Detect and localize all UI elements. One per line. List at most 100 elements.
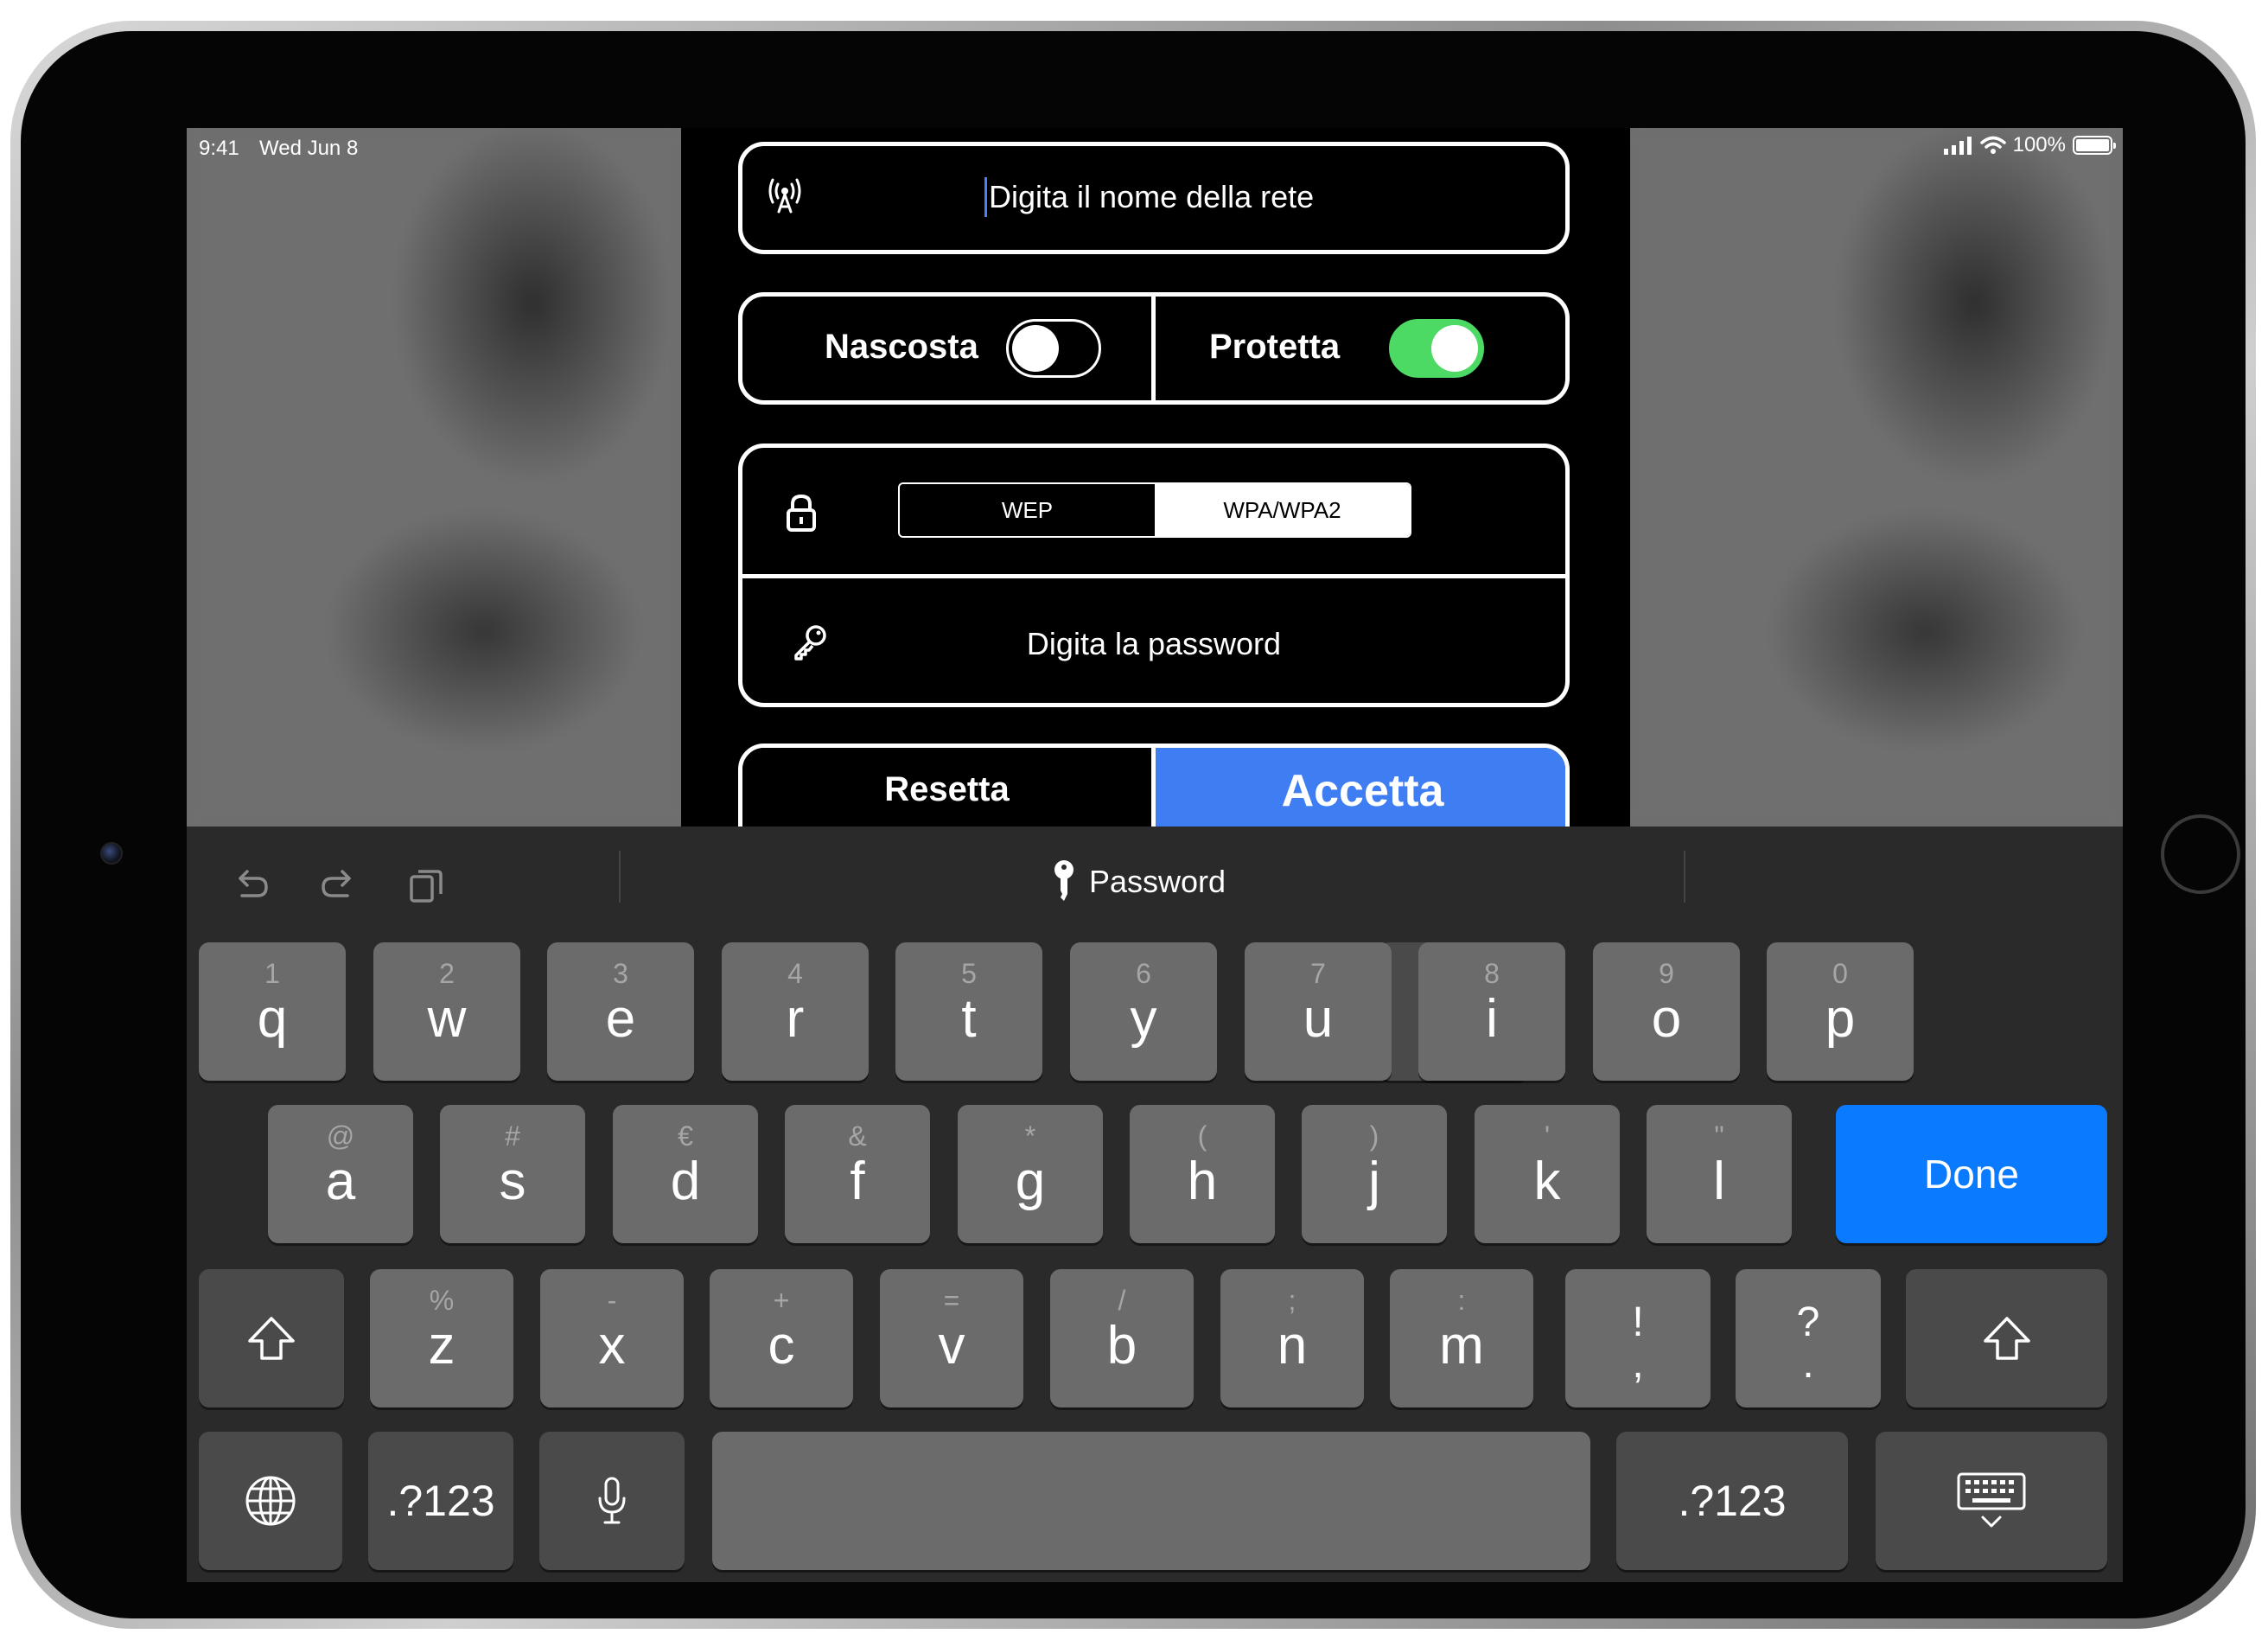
key-char: o (1651, 989, 1682, 1049)
key-l[interactable]: " l (1647, 1105, 1792, 1243)
key-alt-char: € (678, 1120, 693, 1152)
key-bottom-char: , (1632, 1341, 1644, 1387)
key-k[interactable]: ' k (1475, 1105, 1620, 1243)
password-input[interactable]: Digita la password (742, 626, 1565, 662)
shift-key-left[interactable] (199, 1269, 344, 1407)
undo-icon[interactable] (230, 863, 273, 906)
key-v[interactable]: = v (880, 1269, 1023, 1407)
key-u[interactable]: 7u (1245, 942, 1392, 1081)
battery-icon (2073, 136, 2116, 155)
key-char: j (1368, 1152, 1380, 1211)
key-question-period[interactable]: ? . (1736, 1269, 1881, 1407)
lock-icon (787, 494, 816, 532)
redo-icon[interactable] (316, 863, 360, 906)
key-char: f (850, 1152, 865, 1211)
key-alt-char: 5 (961, 958, 977, 989)
key-i[interactable]: 8i (1418, 942, 1565, 1081)
divider (742, 574, 1565, 578)
home-button[interactable] (2161, 814, 2240, 894)
antenna-icon (768, 178, 801, 214)
wifi-form-panel: Digita il nome della rete Nascosta Prote… (681, 128, 1630, 856)
ipad-frame: 9:41 Wed Jun 8 100% Digita il nome della… (10, 21, 2256, 1629)
divider (1151, 297, 1156, 400)
numbers-key-right[interactable]: .?123 (1616, 1432, 1848, 1570)
security-card: WEP WPA/WPA2 Digita la password (738, 444, 1570, 707)
status-date: Wed Jun 8 (259, 137, 359, 160)
key-y[interactable]: 6y (1070, 942, 1217, 1081)
front-camera (100, 842, 123, 865)
battery-level (2076, 139, 2109, 151)
battery-percentage: 100% (2012, 133, 2066, 156)
key-q[interactable]: 1q (199, 942, 346, 1081)
key-char: g (1015, 1152, 1046, 1211)
key-alt-char: + (773, 1285, 790, 1316)
blurred-background-left (187, 128, 681, 827)
shift-icon (248, 1317, 295, 1360)
key-char: u (1303, 989, 1334, 1049)
shift-key-right[interactable] (1906, 1269, 2107, 1407)
key-d[interactable]: € d (613, 1105, 758, 1243)
numbers-key-left[interactable]: .?123 (368, 1432, 513, 1570)
key-c[interactable]: + c (710, 1269, 853, 1407)
key-x[interactable]: -x (540, 1269, 684, 1407)
globe-key[interactable] (199, 1432, 342, 1570)
switch-knob (1012, 325, 1059, 372)
key-o[interactable]: 9o (1593, 942, 1740, 1081)
key-alt-char: 2 (439, 958, 455, 989)
key-char: i (1486, 989, 1498, 1049)
key-char: e (605, 989, 636, 1049)
keyboard-dismiss-icon (1957, 1472, 2026, 1528)
key-s[interactable]: # s (440, 1105, 585, 1243)
protected-label: Protetta (1209, 328, 1341, 366)
key-j[interactable]: ) j (1302, 1105, 1447, 1243)
key-alt-char: ) (1369, 1120, 1379, 1152)
keyboard-shortcut-bar: Password (187, 827, 2123, 934)
key-a[interactable]: @ a (268, 1105, 413, 1243)
key-r[interactable]: 4r (722, 942, 869, 1081)
segment-wep[interactable]: WEP (900, 484, 1155, 536)
key-w[interactable]: 2w (373, 942, 520, 1081)
key-p[interactable]: 0p (1767, 942, 1914, 1081)
key-alt-char: 1 (264, 958, 280, 989)
password-suggestion[interactable]: Password (1051, 858, 1226, 906)
dictation-key[interactable] (539, 1432, 685, 1570)
key-icon (1054, 860, 1073, 901)
network-name-input[interactable]: Digita il nome della rete (984, 177, 1314, 217)
hide-keyboard-key[interactable] (1876, 1432, 2107, 1570)
microphone-icon (598, 1477, 626, 1524)
globe-icon (245, 1476, 296, 1526)
key-z[interactable]: % z (370, 1269, 513, 1407)
key-alt-char: 6 (1136, 958, 1151, 989)
done-key[interactable]: Done (1836, 1105, 2107, 1243)
key-alt-char: 4 (787, 958, 803, 989)
key-char: b (1106, 1316, 1137, 1375)
cellular-signal-icon (1943, 137, 1972, 155)
key-g[interactable]: * g (958, 1105, 1103, 1243)
hidden-switch[interactable] (1006, 319, 1101, 378)
security-type-segmented-control[interactable]: WEP WPA/WPA2 (898, 482, 1411, 538)
ipad-bezel: 9:41 Wed Jun 8 100% Digita il nome della… (21, 31, 2246, 1618)
key-h[interactable]: (h (1130, 1105, 1275, 1243)
key-top-char: ? (1796, 1299, 1820, 1345)
keyboard: Password Done ! , ? . .?123 .?123 1 q 2 … (187, 827, 2123, 1582)
key-alt-char: 8 (1484, 958, 1500, 989)
key-t[interactable]: 5t (895, 942, 1042, 1081)
protected-switch[interactable] (1389, 319, 1484, 378)
key-e[interactable]: 3e (547, 942, 694, 1081)
switch-knob (1431, 325, 1478, 372)
key-top-char: ! (1632, 1299, 1644, 1345)
key-alt-char: 0 (1832, 958, 1848, 989)
key-char: k (1533, 1152, 1561, 1211)
key-f[interactable]: & f (785, 1105, 930, 1243)
key-alt-char: 7 (1310, 958, 1326, 989)
key-m[interactable]: :m (1390, 1269, 1533, 1407)
segment-wpa-wpa2[interactable]: WPA/WPA2 (1155, 484, 1410, 536)
key-alt-char: 3 (613, 958, 628, 989)
clipboard-icon[interactable] (405, 863, 448, 906)
key-exclaim-comma[interactable]: ! , (1565, 1269, 1711, 1407)
key-alt-char: - (607, 1285, 617, 1316)
key-n[interactable]: ; n (1220, 1269, 1364, 1407)
key-b[interactable]: / b (1050, 1269, 1194, 1407)
space-bar[interactable] (712, 1432, 1590, 1570)
shift-icon (1983, 1317, 2030, 1360)
